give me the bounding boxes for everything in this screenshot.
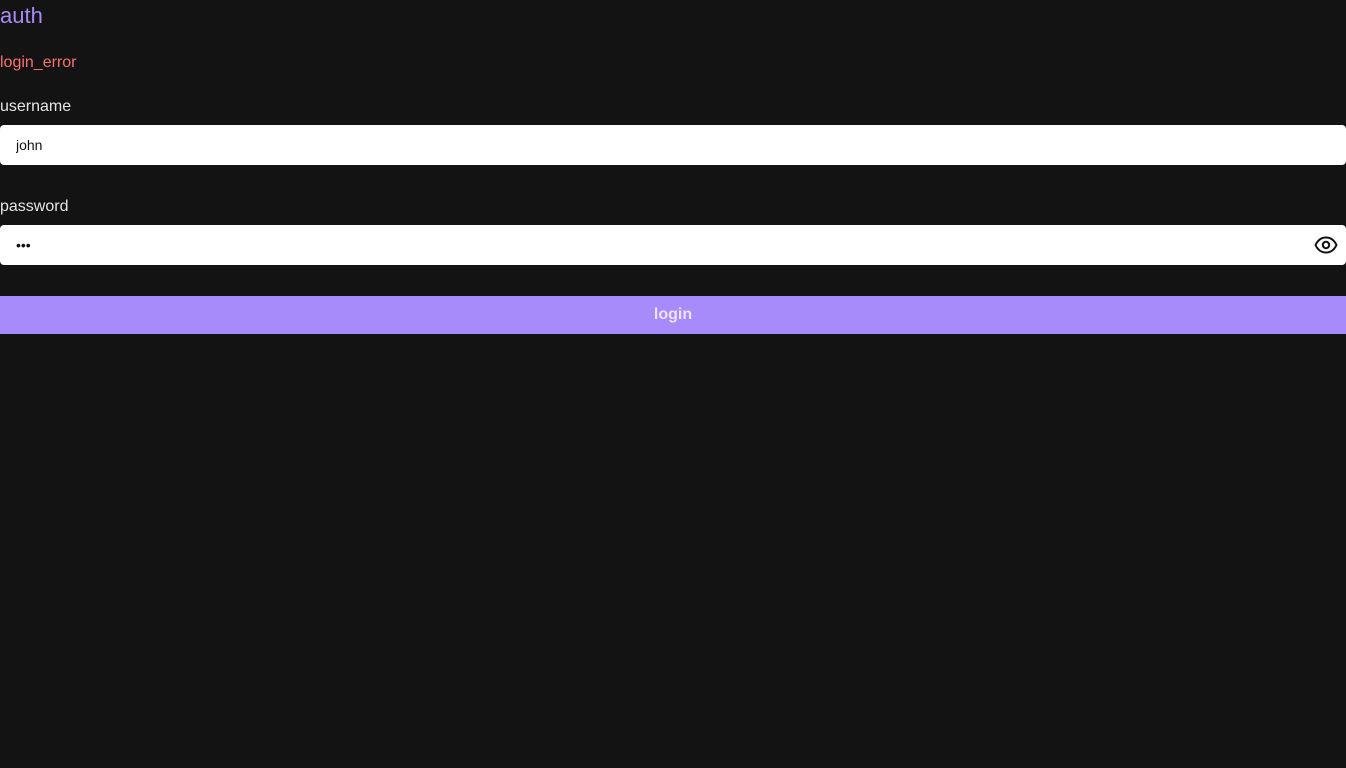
page-title: auth <box>0 3 43 28</box>
password-input[interactable] <box>0 225 1346 265</box>
password-field-container <box>0 225 1346 265</box>
eye-icon[interactable] <box>1314 233 1338 257</box>
error-message: login_error <box>0 54 77 71</box>
username-label: username <box>0 98 72 115</box>
username-field-container <box>0 125 1346 165</box>
auth-page: auth login_error username password login <box>0 0 1346 768</box>
username-input[interactable] <box>0 125 1346 165</box>
login-button[interactable]: login <box>0 296 1346 334</box>
password-label: password <box>0 198 69 215</box>
